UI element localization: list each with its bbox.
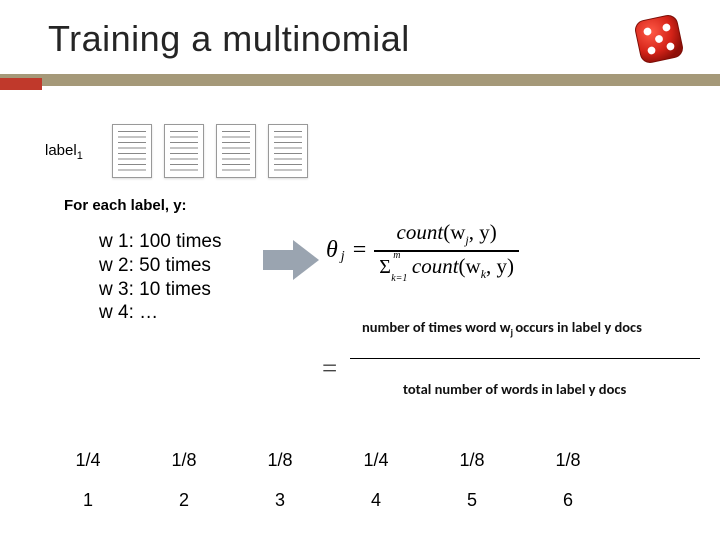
face-row: 1 2 3 4 5 6 <box>62 490 594 511</box>
accent-bar <box>0 74 720 86</box>
sigma-glyph: Σ <box>379 256 391 278</box>
arrow-icon <box>263 240 319 280</box>
doc-icon <box>268 124 308 178</box>
num-args: (w <box>443 220 465 244</box>
denominator: Σ m k=1 count(wk, y) <box>374 254 519 282</box>
sigma-sub: k=1 <box>391 273 407 284</box>
dice-icon <box>628 8 690 70</box>
den-fn: count <box>412 254 459 278</box>
prob-4: 1/4 <box>350 450 402 471</box>
den-args: (w <box>459 254 481 278</box>
face-2: 2 <box>158 490 210 511</box>
desc-fraction-bar <box>350 358 700 359</box>
numerator: count(wj, y) <box>392 220 502 248</box>
face-1: 1 <box>62 490 114 511</box>
doc-icons <box>112 124 308 178</box>
sigma-symbol: Σ m k=1 <box>379 256 398 278</box>
probability-row: 1/4 1/8 1/8 1/4 1/8 1/8 <box>62 450 594 471</box>
accent-notch <box>0 78 42 90</box>
prob-2: 1/8 <box>158 450 210 471</box>
count-w1: w 1: 100 times <box>99 230 222 254</box>
equals2: = <box>322 353 337 384</box>
theta-symbol: θ <box>326 237 338 264</box>
fraction: count(wj, y) Σ m k=1 count(wk, y) <box>374 220 519 282</box>
prob-5: 1/8 <box>446 450 498 471</box>
prob-6: 1/8 <box>542 450 594 471</box>
face-3: 3 <box>254 490 306 511</box>
count-w2: w 2: 50 times <box>99 254 222 278</box>
equals-sign: = <box>353 237 367 264</box>
face-5: 5 <box>446 490 498 511</box>
prob-1: 1/4 <box>62 450 114 471</box>
desc-numerator: number of times word wj occurs in label … <box>362 318 642 339</box>
word-counts: w 1: 100 times w 2: 50 times w 3: 10 tim… <box>99 230 222 325</box>
sigma-sup: m <box>393 250 400 261</box>
theta-formula: θj = count(wj, y) Σ m k=1 count(wk, y) <box>326 220 519 282</box>
label1-word: label <box>45 142 77 159</box>
for-each-label: For each label, y: <box>64 197 187 214</box>
face-4: 4 <box>350 490 402 511</box>
count-w4: w 4: … <box>99 301 222 325</box>
doc-icon <box>164 124 204 178</box>
num-rest: , y) <box>469 220 497 244</box>
den-rest: , y) <box>486 254 514 278</box>
doc-icon <box>112 124 152 178</box>
label1-sub: 1 <box>77 150 83 162</box>
desc-denominator: total number of words in label y docs <box>403 380 626 398</box>
face-6: 6 <box>542 490 594 511</box>
label1-text: label1 <box>45 142 83 162</box>
num-fn: count <box>397 220 444 244</box>
prob-3: 1/8 <box>254 450 306 471</box>
desc-top-b: occurs in label y docs <box>515 318 642 336</box>
theta-sub: j <box>341 249 345 265</box>
doc-icon <box>216 124 256 178</box>
page-title: Training a multinomial <box>48 18 720 60</box>
desc-top-a: number of times word w <box>362 318 511 336</box>
count-w3: w 3: 10 times <box>99 278 222 302</box>
